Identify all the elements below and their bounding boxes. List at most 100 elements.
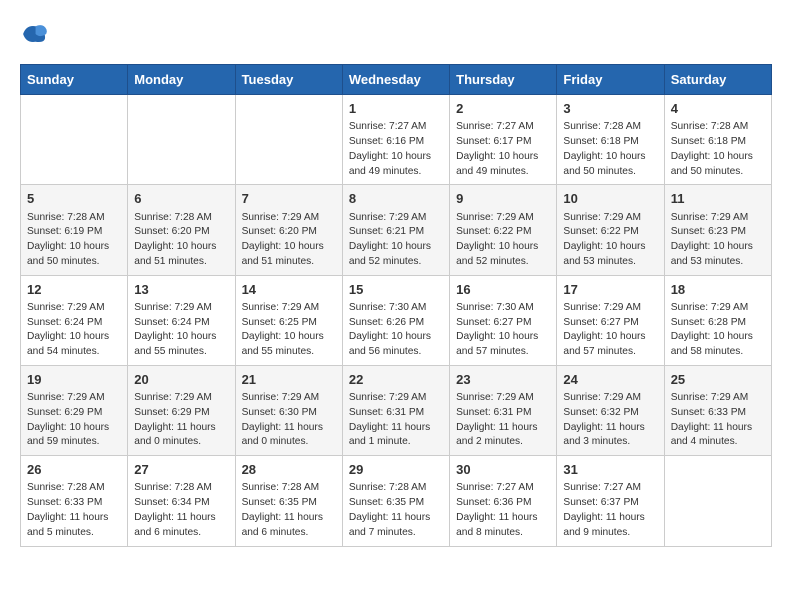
calendar-cell: 22 Sunrise: 7:29 AM Sunset: 6:31 PM Dayli… — [342, 365, 449, 455]
calendar-cell: 29 Sunrise: 7:28 AM Sunset: 6:35 PM Dayli… — [342, 456, 449, 546]
day-number: 3 — [563, 100, 657, 118]
day-number: 17 — [563, 281, 657, 299]
day-number: 18 — [671, 281, 765, 299]
day-info: Sunrise: 7:29 AM Sunset: 6:22 PM Dayligh… — [456, 211, 550, 270]
day-info: Sunrise: 7:28 AM Sunset: 6:20 PM Dayligh… — [134, 211, 228, 270]
calendar-cell — [664, 456, 771, 546]
day-number: 30 — [456, 461, 550, 479]
calendar-cell: 23 Sunrise: 7:29 AM Sunset: 6:31 PM Dayli… — [450, 365, 557, 455]
day-number: 6 — [134, 190, 228, 208]
day-info: Sunrise: 7:29 AM Sunset: 6:29 PM Dayligh… — [27, 391, 121, 450]
day-number: 9 — [456, 190, 550, 208]
day-info: Sunrise: 7:29 AM Sunset: 6:33 PM Dayligh… — [671, 391, 765, 450]
calendar-cell: 27Sunrise: 7:28 AM Sunset: 6:34 PM Dayli… — [128, 456, 235, 546]
day-info: Sunrise: 7:28 AM Sunset: 6:35 PM Dayligh… — [349, 481, 443, 540]
day-number: 15 — [349, 281, 443, 299]
day-number: 7 — [242, 190, 336, 208]
day-number: 25 — [671, 371, 765, 389]
day-number: 1 — [349, 100, 443, 118]
day-number: 14 — [242, 281, 336, 299]
day-info: Sunrise: 7:28 AM Sunset: 6:33 PM Dayligh… — [27, 481, 121, 540]
calendar-cell: 31 Sunrise: 7:27 AM Sunset: 6:37 PM Dayli… — [557, 456, 664, 546]
day-info: Sunrise: 7:29 AM Sunset: 6:20 PM Dayligh… — [242, 211, 336, 270]
day-info: Sunrise: 7:29 AM Sunset: 6:32 PM Dayligh… — [563, 391, 657, 450]
day-info: Sunrise: 7:28 AM Sunset: 6:34 PM Dayligh… — [134, 481, 228, 540]
day-number: 13 — [134, 281, 228, 299]
day-info: Sunrise: 7:28 AM Sunset: 6:19 PM Dayligh… — [27, 211, 121, 270]
day-number: 23 — [456, 371, 550, 389]
day-info: Sunrise: 7:29 AM Sunset: 6:27 PM Dayligh… — [563, 301, 657, 360]
day-info: Sunrise: 7:29 AM Sunset: 6:22 PM Dayligh… — [563, 211, 657, 270]
day-info: Sunrise: 7:29 AM Sunset: 6:31 PM Dayligh… — [349, 391, 443, 450]
day-number: 5 — [27, 190, 121, 208]
day-header-thursday: Thursday — [450, 65, 557, 95]
calendar-cell: 3 Sunrise: 7:28 AM Sunset: 6:18 PM Daylig… — [557, 95, 664, 185]
day-info: Sunrise: 7:28 AM Sunset: 6:18 PM Dayligh… — [563, 120, 657, 179]
day-info: Sunrise: 7:29 AM Sunset: 6:24 PM Dayligh… — [134, 301, 228, 360]
day-info: Sunrise: 7:27 AM Sunset: 6:16 PM Dayligh… — [349, 120, 443, 179]
calendar-cell: 17 Sunrise: 7:29 AM Sunset: 6:27 PM Dayli… — [557, 275, 664, 365]
calendar-cell: 2 Sunrise: 7:27 AM Sunset: 6:17 PM Daylig… — [450, 95, 557, 185]
day-number: 22 — [349, 371, 443, 389]
calendar-cell: 1 Sunrise: 7:27 AM Sunset: 6:16 PM Daylig… — [342, 95, 449, 185]
calendar-table: SundayMondayTuesdayWednesdayThursdayFrid… — [20, 64, 772, 547]
day-info: Sunrise: 7:29 AM Sunset: 6:23 PM Dayligh… — [671, 211, 765, 270]
calendar-cell: 16 Sunrise: 7:30 AM Sunset: 6:27 PM Dayli… — [450, 275, 557, 365]
calendar-cell: 8 Sunrise: 7:29 AM Sunset: 6:21 PM Daylig… — [342, 185, 449, 275]
calendar-cell — [128, 95, 235, 185]
day-number: 16 — [456, 281, 550, 299]
calendar-cell: 28 Sunrise: 7:28 AM Sunset: 6:35 PM Dayli… — [235, 456, 342, 546]
calendar-cell: 19 Sunrise: 7:29 AM Sunset: 6:29 PM Dayli… — [21, 365, 128, 455]
calendar-cell: 21Sunrise: 7:29 AM Sunset: 6:30 PM Dayli… — [235, 365, 342, 455]
calendar-cell: 9 Sunrise: 7:29 AM Sunset: 6:22 PM Daylig… — [450, 185, 557, 275]
day-info: Sunrise: 7:27 AM Sunset: 6:17 PM Dayligh… — [456, 120, 550, 179]
day-number: 12 — [27, 281, 121, 299]
calendar-header-row: SundayMondayTuesdayWednesdayThursdayFrid… — [21, 65, 772, 95]
calendar-cell: 4Sunrise: 7:28 AM Sunset: 6:18 PM Daylig… — [664, 95, 771, 185]
day-number: 28 — [242, 461, 336, 479]
day-header-monday: Monday — [128, 65, 235, 95]
day-number: 10 — [563, 190, 657, 208]
day-header-saturday: Saturday — [664, 65, 771, 95]
calendar-week-3: 12 Sunrise: 7:29 AM Sunset: 6:24 PM Dayli… — [21, 275, 772, 365]
day-info: Sunrise: 7:29 AM Sunset: 6:31 PM Dayligh… — [456, 391, 550, 450]
day-number: 21 — [242, 371, 336, 389]
calendar-cell: 20 Sunrise: 7:29 AM Sunset: 6:29 PM Dayli… — [128, 365, 235, 455]
day-number: 20 — [134, 371, 228, 389]
day-info: Sunrise: 7:28 AM Sunset: 6:35 PM Dayligh… — [242, 481, 336, 540]
day-header-tuesday: Tuesday — [235, 65, 342, 95]
calendar-cell: 13 Sunrise: 7:29 AM Sunset: 6:24 PM Dayli… — [128, 275, 235, 365]
day-number: 2 — [456, 100, 550, 118]
day-info: Sunrise: 7:30 AM Sunset: 6:27 PM Dayligh… — [456, 301, 550, 360]
day-number: 11 — [671, 190, 765, 208]
day-number: 26 — [27, 461, 121, 479]
calendar-cell: 12Sunrise: 7:29 AM Sunset: 6:24 PM Dayli… — [21, 275, 128, 365]
day-info: Sunrise: 7:29 AM Sunset: 6:28 PM Dayligh… — [671, 301, 765, 360]
calendar-cell: 7 Sunrise: 7:29 AM Sunset: 6:20 PM Daylig… — [235, 185, 342, 275]
calendar-cell: 15Sunrise: 7:30 AM Sunset: 6:26 PM Dayli… — [342, 275, 449, 365]
day-number: 8 — [349, 190, 443, 208]
day-info: Sunrise: 7:27 AM Sunset: 6:37 PM Dayligh… — [563, 481, 657, 540]
day-number: 31 — [563, 461, 657, 479]
day-number: 24 — [563, 371, 657, 389]
day-header-sunday: Sunday — [21, 65, 128, 95]
day-number: 29 — [349, 461, 443, 479]
day-info: Sunrise: 7:29 AM Sunset: 6:29 PM Dayligh… — [134, 391, 228, 450]
day-info: Sunrise: 7:29 AM Sunset: 6:21 PM Dayligh… — [349, 211, 443, 270]
calendar-cell: 10 Sunrise: 7:29 AM Sunset: 6:22 PM Dayli… — [557, 185, 664, 275]
calendar-week-2: 5 Sunrise: 7:28 AM Sunset: 6:19 PM Daylig… — [21, 185, 772, 275]
day-header-friday: Friday — [557, 65, 664, 95]
logo — [20, 20, 52, 48]
day-info: Sunrise: 7:29 AM Sunset: 6:25 PM Dayligh… — [242, 301, 336, 360]
day-info: Sunrise: 7:28 AM Sunset: 6:18 PM Dayligh… — [671, 120, 765, 179]
logo-icon — [20, 20, 48, 48]
calendar-cell — [21, 95, 128, 185]
day-info: Sunrise: 7:27 AM Sunset: 6:36 PM Dayligh… — [456, 481, 550, 540]
calendar-cell: 24 Sunrise: 7:29 AM Sunset: 6:32 PM Dayli… — [557, 365, 664, 455]
calendar-cell: 6 Sunrise: 7:28 AM Sunset: 6:20 PM Daylig… — [128, 185, 235, 275]
day-number: 19 — [27, 371, 121, 389]
day-header-wednesday: Wednesday — [342, 65, 449, 95]
calendar-week-5: 26 Sunrise: 7:28 AM Sunset: 6:33 PM Dayli… — [21, 456, 772, 546]
calendar-cell: 30 Sunrise: 7:27 AM Sunset: 6:36 PM Dayli… — [450, 456, 557, 546]
calendar-cell: 14 Sunrise: 7:29 AM Sunset: 6:25 PM Dayli… — [235, 275, 342, 365]
